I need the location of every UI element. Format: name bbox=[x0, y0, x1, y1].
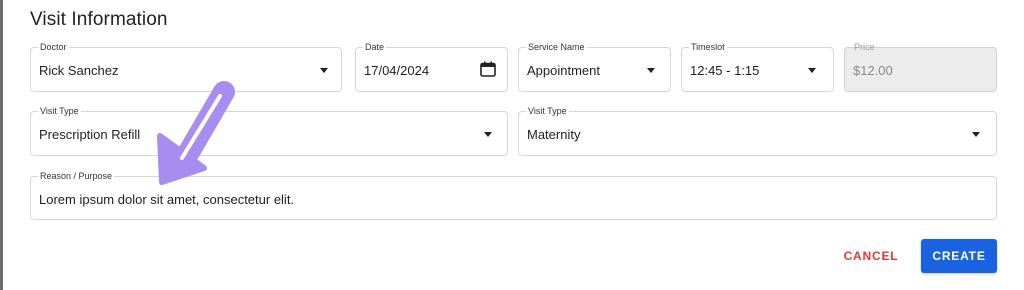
price-label: Price bbox=[854, 42, 875, 52]
cancel-button[interactable]: CANCEL bbox=[838, 240, 904, 272]
visit-type-select-secondary[interactable]: Visit Type Maternity bbox=[518, 106, 997, 156]
date-label: Date bbox=[363, 42, 387, 53]
annotation-arrow-icon bbox=[157, 81, 235, 185]
timeslot-select[interactable]: Timeslot 12:45 - 1:15 bbox=[681, 42, 834, 92]
timeslot-value: 12:45 - 1:15 bbox=[690, 63, 760, 78]
doctor-value: Rick Sanchez bbox=[39, 63, 119, 78]
chevron-down-icon[interactable] bbox=[484, 132, 492, 137]
chevron-down-icon[interactable] bbox=[972, 132, 980, 137]
price-field: Price $12.00 bbox=[844, 42, 997, 92]
reason-label: Reason / Purpose bbox=[38, 171, 115, 182]
reason-value: Lorem ipsum dolor sit amet, consectetur … bbox=[39, 192, 295, 207]
service-name-select[interactable]: Service Name Appointment bbox=[518, 42, 671, 92]
date-value: 17/04/2024 bbox=[364, 63, 430, 78]
create-button[interactable]: CREATE bbox=[921, 239, 997, 273]
window-edge bbox=[0, 0, 3, 290]
dialog-title: Visit Information bbox=[30, 9, 168, 30]
service-name-label: Service Name bbox=[526, 42, 587, 53]
timeslot-label: Timeslot bbox=[689, 42, 727, 53]
chevron-down-icon[interactable] bbox=[808, 68, 816, 73]
price-value: $12.00 bbox=[853, 63, 893, 78]
visit-type-label: Visit Type bbox=[38, 106, 81, 117]
visit-type-value: Prescription Refill bbox=[39, 127, 141, 142]
date-field[interactable]: Date 17/04/2024 bbox=[355, 42, 508, 92]
visit-type-value-secondary: Maternity bbox=[527, 127, 581, 142]
service-name-value: Appointment bbox=[527, 63, 600, 78]
visit-type-select[interactable]: Visit Type Prescription Refill bbox=[30, 106, 508, 156]
chevron-down-icon[interactable] bbox=[647, 68, 655, 73]
doctor-label: Doctor bbox=[38, 42, 69, 53]
calendar-icon[interactable] bbox=[479, 60, 497, 78]
chevron-down-icon[interactable] bbox=[320, 68, 328, 73]
visit-type-label-secondary: Visit Type bbox=[526, 106, 569, 117]
